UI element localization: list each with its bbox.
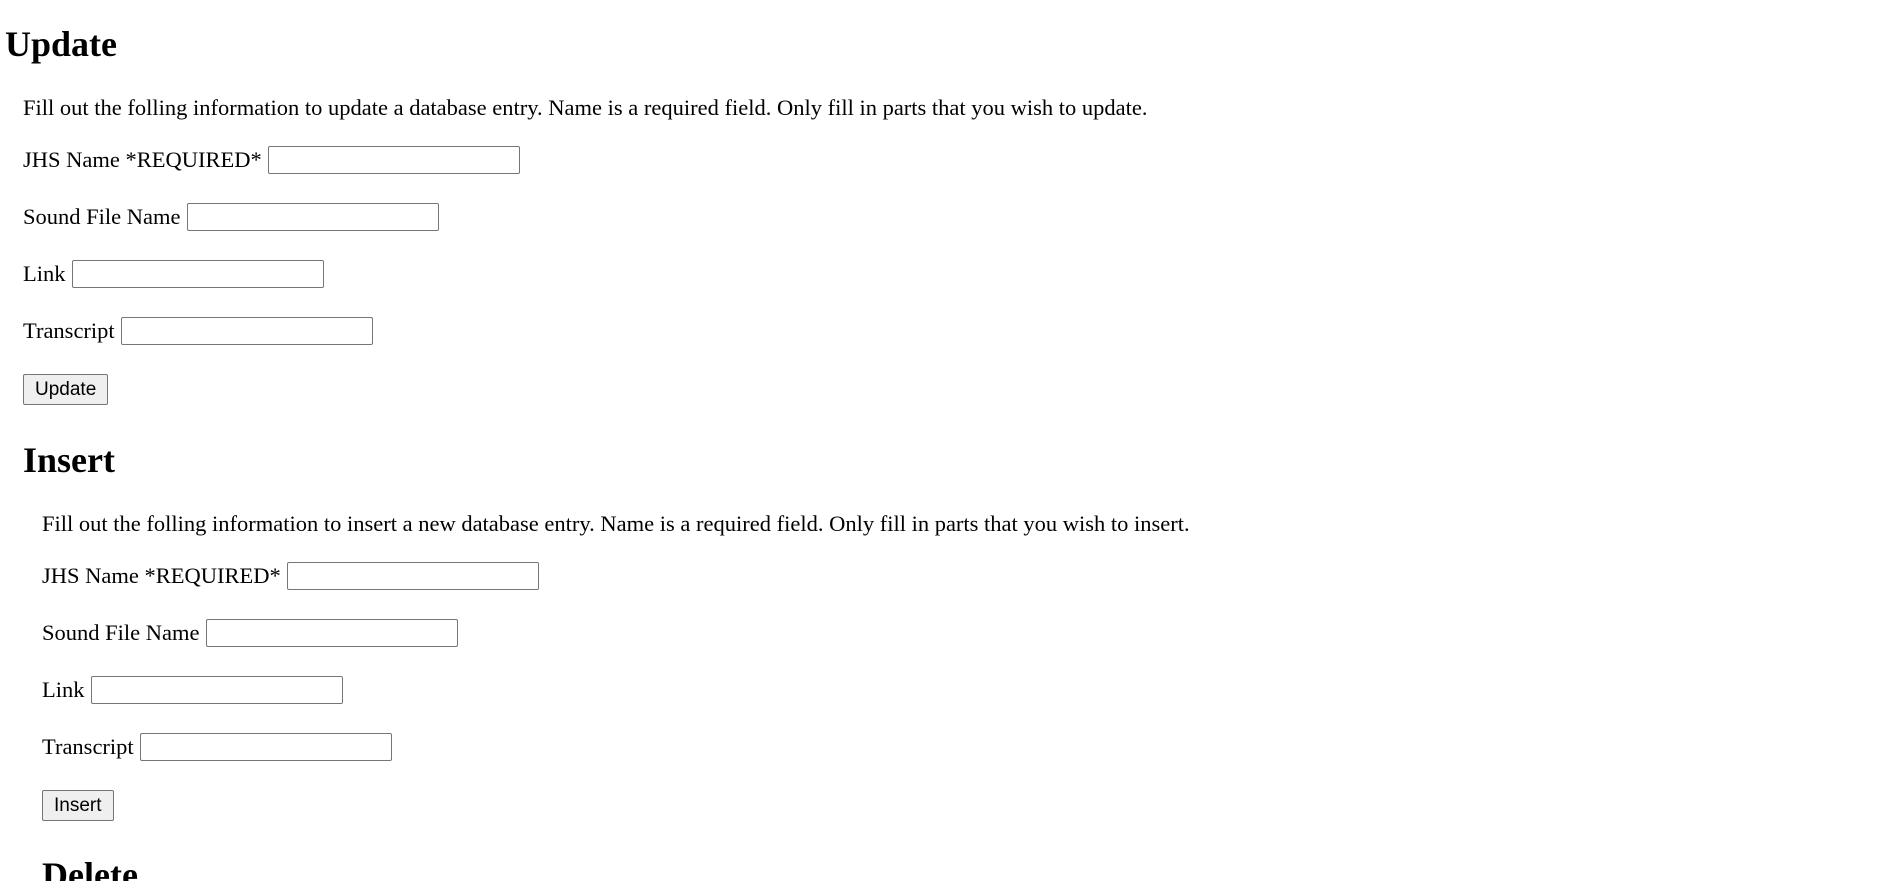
update-name-row: JHS Name *REQUIRED* <box>23 146 520 174</box>
insert-name-label: JHS Name *REQUIRED* <box>42 562 281 588</box>
insert-transcript-row: Transcript <box>42 733 392 761</box>
update-transcript-row: Transcript <box>23 317 373 345</box>
update-button[interactable]: Update <box>23 374 109 405</box>
insert-transcript-label: Transcript <box>42 733 134 759</box>
insert-sound-file-input[interactable] <box>205 619 458 647</box>
update-description: Fill out the folling information to upda… <box>23 95 1148 120</box>
update-name-input[interactable] <box>267 146 520 174</box>
insert-sound-file-label: Sound File Name <box>42 619 200 645</box>
insert-sound-file-row: Sound File Name <box>42 619 458 647</box>
page: Update Fill out the folling information … <box>0 0 1883 881</box>
update-sound-file-input[interactable] <box>186 203 439 231</box>
insert-link-row: Link <box>42 676 343 704</box>
insert-description: Fill out the folling information to inse… <box>42 511 1190 536</box>
update-link-row: Link <box>23 260 324 288</box>
insert-name-row: JHS Name *REQUIRED* <box>42 562 539 590</box>
update-heading: Update <box>5 24 118 64</box>
insert-heading: Insert <box>23 440 115 480</box>
update-link-label: Link <box>23 260 66 286</box>
update-link-input[interactable] <box>71 260 324 288</box>
delete-heading: Delete <box>42 855 138 881</box>
update-transcript-label: Transcript <box>23 317 115 343</box>
insert-link-label: Link <box>42 676 85 702</box>
insert-button[interactable]: Insert <box>42 790 114 821</box>
insert-name-input[interactable] <box>286 562 539 590</box>
update-name-label: JHS Name *REQUIRED* <box>23 146 262 172</box>
insert-transcript-input[interactable] <box>139 733 392 761</box>
update-sound-file-label: Sound File Name <box>23 203 181 229</box>
update-sound-file-row: Sound File Name <box>23 203 439 231</box>
update-transcript-input[interactable] <box>120 317 373 345</box>
insert-link-input[interactable] <box>90 676 343 704</box>
